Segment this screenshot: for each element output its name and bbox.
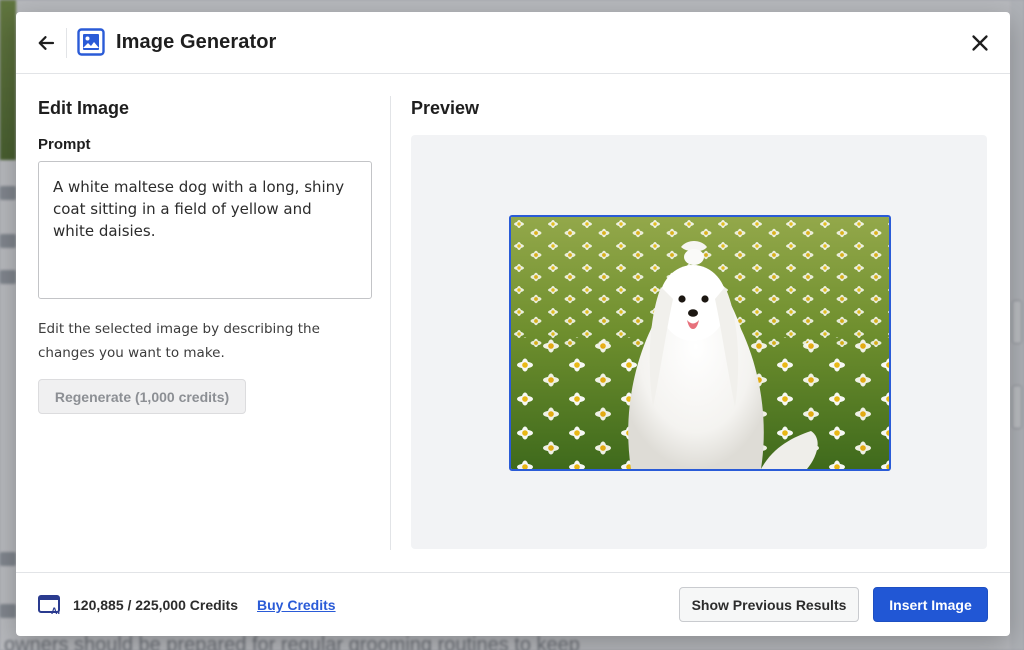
buy-credits-link[interactable]: Buy Credits bbox=[257, 597, 336, 613]
show-previous-results-button[interactable]: Show Previous Results bbox=[679, 587, 859, 622]
helper-text: Edit the selected image by describing th… bbox=[38, 321, 320, 361]
ai-credits-icon: AI bbox=[38, 595, 60, 616]
insert-image-button[interactable]: Insert Image bbox=[873, 587, 988, 622]
image-icon bbox=[77, 28, 105, 56]
credits-balance: 120,885 / 225,000 Credits bbox=[73, 597, 239, 613]
image-generator-modal: Image Generator Edit Image Prompt A whit… bbox=[16, 12, 1010, 636]
back-button[interactable] bbox=[34, 31, 58, 55]
modal-header: Image Generator bbox=[16, 12, 1010, 74]
close-button[interactable] bbox=[968, 31, 992, 55]
preview-image[interactable] bbox=[509, 215, 891, 471]
arrow-left-icon bbox=[38, 36, 55, 50]
generated-dog-image bbox=[511, 217, 889, 469]
svg-text:AI: AI bbox=[51, 606, 60, 616]
close-icon bbox=[972, 35, 988, 51]
prompt-label: Prompt bbox=[38, 136, 91, 153]
preview-area bbox=[411, 135, 987, 549]
modal-title: Image Generator bbox=[116, 31, 277, 53]
panel-divider bbox=[390, 96, 391, 550]
prompt-input[interactable]: A white maltese dog with a long, shiny c… bbox=[38, 161, 372, 299]
edit-image-heading: Edit Image bbox=[38, 98, 130, 118]
header-divider bbox=[66, 28, 67, 58]
modal-footer: AI 120,885 / 225,000 Credits Buy Credits… bbox=[16, 572, 1010, 636]
regenerate-button[interactable]: Regenerate (1,000 credits) bbox=[38, 379, 246, 414]
preview-heading: Preview bbox=[411, 98, 480, 118]
